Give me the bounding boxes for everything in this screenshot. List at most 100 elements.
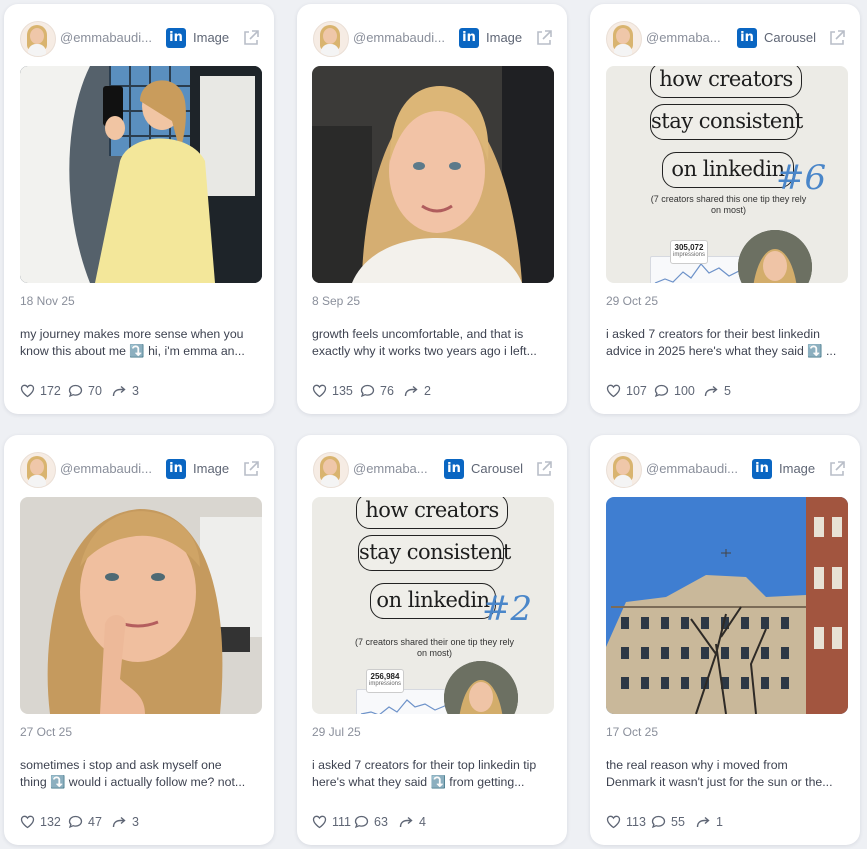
reposts-count: 4 (419, 815, 426, 829)
post-caption[interactable]: growth feels uncomfortable, and that is … (312, 326, 554, 360)
avatar[interactable] (313, 452, 349, 488)
impressions-box: 305,072 impressions (670, 240, 708, 264)
external-link-icon[interactable] (828, 29, 846, 47)
caption-line: sometimes i stop and ask myself one (20, 758, 222, 772)
heart-icon (606, 815, 621, 829)
comment-icon (354, 815, 369, 829)
comment-icon (68, 384, 83, 398)
mirror-selfie-photo[interactable] (20, 66, 262, 283)
avatar[interactable] (606, 21, 642, 57)
author-handle[interactable]: @emmabaudi... (353, 30, 457, 45)
impressions-value: 256,984 (370, 672, 400, 681)
creator-photo (738, 230, 812, 283)
likes-count: 111 (332, 815, 352, 829)
linkedin-icon: in (444, 459, 464, 479)
linkedin-icon: in (737, 28, 757, 48)
impressions-value: 305,072 (674, 243, 704, 252)
post-type-label: Image (486, 30, 523, 45)
slide-title-line: how creators (356, 497, 508, 529)
likes-count: 132 (40, 815, 61, 829)
external-link-icon[interactable] (242, 460, 260, 478)
slide-title-line: on linkedin (662, 152, 794, 188)
post-type-label: Image (193, 30, 230, 45)
card-header: @emmaba... in Carousel (297, 435, 567, 497)
comments-count: 47 (88, 815, 102, 829)
avatar[interactable] (313, 21, 349, 57)
post-card[interactable]: @emmabaudi... in Image 18 Nov 25 my jour… (4, 4, 274, 414)
slide-title-line: stay consistent (358, 535, 511, 571)
post-type-label: Image (193, 461, 230, 476)
carousel-slide[interactable]: how creators stay consistent on linkedin… (606, 66, 848, 283)
impressions-box: 256,984 impressions (366, 669, 404, 693)
comments-count: 76 (380, 384, 394, 398)
post-date: 29 Oct 25 (606, 294, 659, 308)
impressions-label: impressions (672, 252, 705, 258)
comment-icon (360, 384, 375, 398)
share-arrow-icon (704, 385, 718, 397)
caption-line: Denmark it wasn't just for the sun or th… (606, 775, 833, 789)
post-caption[interactable]: sometimes i stop and ask myself one thin… (20, 757, 262, 791)
external-link-icon[interactable] (828, 460, 846, 478)
post-type-label: Carousel (471, 461, 524, 476)
caption-line: growth feels uncomfortable, and that is (312, 327, 524, 341)
reposts-count: 2 (424, 384, 431, 398)
card-header: @emmaba... in Carousel (590, 4, 860, 66)
author-handle[interactable]: @emmabaudi... (60, 461, 164, 476)
portrait-photo[interactable] (312, 66, 554, 283)
heart-icon (20, 815, 35, 829)
linkedin-icon: in (459, 28, 479, 48)
caption-line: i asked 7 creators for their best linked… (606, 327, 820, 341)
card-header: @emmabaudi... in Image (4, 435, 274, 497)
carousel-slide[interactable]: how creators stay consistent on linkedin… (312, 497, 554, 714)
post-date: 8 Sep 25 (312, 294, 361, 308)
avatar[interactable] (606, 452, 642, 488)
external-link-icon[interactable] (535, 460, 553, 478)
slide-note: (7 creators shared this one tip they rel… (650, 194, 807, 215)
building-photo[interactable] (606, 497, 848, 714)
post-caption[interactable]: my journey makes more sense when you kno… (20, 326, 262, 360)
likes-count: 113 (626, 815, 646, 829)
external-link-icon[interactable] (535, 29, 553, 47)
avatar[interactable] (20, 21, 56, 57)
heart-icon (312, 815, 327, 829)
post-date: 27 Oct 25 (20, 725, 73, 739)
post-date: 29 Jul 25 (312, 725, 361, 739)
heart-icon (20, 384, 35, 398)
author-handle[interactable]: @emmaba... (646, 30, 730, 45)
likes-count: 107 (626, 384, 647, 398)
slide-title-line: on linkedin (370, 583, 496, 619)
comments-count: 63 (374, 815, 388, 829)
post-card[interactable]: @emmabaudi... in Image 17 Oct 25 the rea… (590, 435, 860, 845)
avatar[interactable] (20, 452, 56, 488)
linkedin-icon: in (752, 459, 772, 479)
slide-title-line: stay consistent (650, 104, 803, 140)
author-handle[interactable]: @emmabaudi... (646, 461, 750, 476)
author-handle[interactable]: @emmabaudi... (60, 30, 164, 45)
post-date: 17 Oct 25 (606, 725, 659, 739)
card-header: @emmabaudi... in Image (297, 4, 567, 66)
reposts-count: 3 (132, 815, 139, 829)
likes-count: 135 (332, 384, 353, 398)
comment-icon (651, 815, 666, 829)
comments-count: 55 (671, 815, 685, 829)
post-card[interactable]: @emmaba... in Carousel how creators stay… (590, 4, 860, 414)
share-arrow-icon (112, 385, 126, 397)
linkedin-icon: in (166, 459, 186, 479)
external-link-icon[interactable] (242, 29, 260, 47)
card-header: @emmabaudi... in Image (4, 4, 274, 66)
post-caption[interactable]: i asked 7 creators for their best linked… (606, 326, 848, 360)
thinking-selfie-photo[interactable] (20, 497, 262, 714)
caption-line: i asked 7 creators for their top linkedi… (312, 758, 537, 772)
caption-line: here's what they said ⤵️ from getting... (312, 775, 525, 789)
post-caption[interactable]: i asked 7 creators for their top linkedi… (312, 757, 554, 791)
post-card[interactable]: @emmabaudi... in Image 8 Sep 25 growth f… (297, 4, 567, 414)
comments-count: 70 (88, 384, 102, 398)
caption-line: know this about me ⤵️ hi, i'm emma an... (20, 344, 245, 358)
post-type-label: Image (779, 461, 816, 476)
author-handle[interactable]: @emmaba... (353, 461, 437, 476)
reposts-count: 5 (724, 384, 731, 398)
post-card[interactable]: @emmaba... in Carousel how creators stay… (297, 435, 567, 845)
post-card[interactable]: @emmabaudi... in Image 27 Oct 25 sometim… (4, 435, 274, 845)
post-caption[interactable]: the real reason why i moved from Denmark… (606, 757, 848, 791)
slide-number: #6 (776, 158, 827, 198)
